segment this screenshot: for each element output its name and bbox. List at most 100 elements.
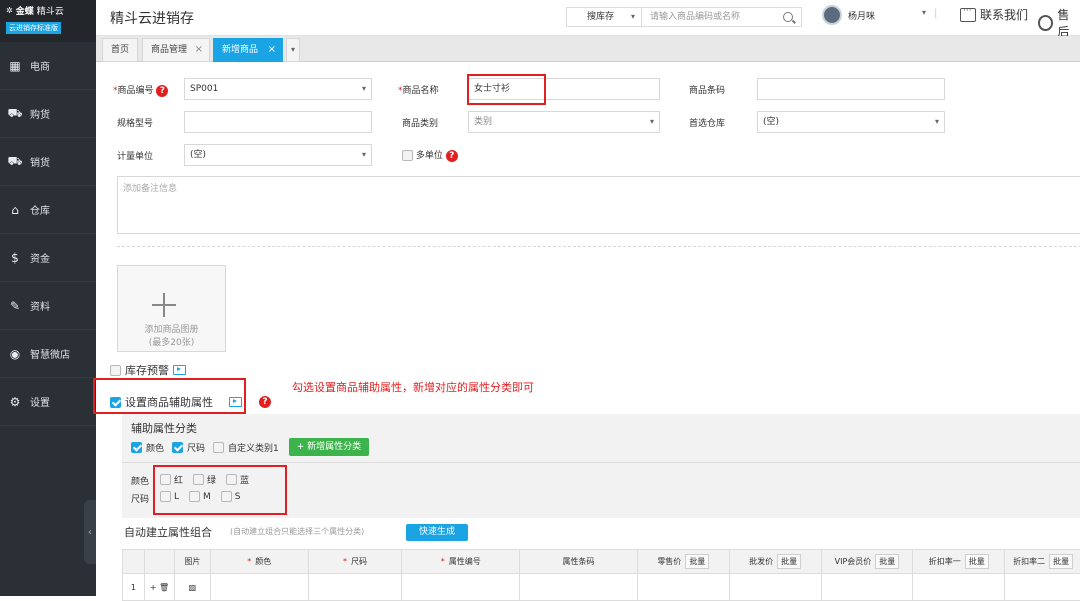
highlight-box (93, 378, 246, 414)
search-scope-label: 搜库存 (587, 12, 615, 22)
col-discount-2: 折扣率二 批量 (1005, 550, 1080, 573)
chat-icon (960, 6, 976, 22)
after-sales-label: 售后 (1057, 8, 1070, 39)
size-cell[interactable] (309, 574, 403, 600)
user-menu-chevron-icon[interactable]: ▾ (922, 8, 926, 17)
spec-field[interactable] (184, 111, 372, 133)
combo-hint: (自动建立组合只能选择三个属性分类) (230, 527, 365, 536)
col-size: * 尺码 (309, 550, 403, 573)
tab-bar: 首页 商品管理 × 新增商品 × ▾ (96, 36, 1080, 62)
sidebar-item-settings[interactable]: ⚙ 设置 (0, 378, 96, 426)
sidebar-collapse-handle[interactable]: ‹ (84, 500, 96, 564)
stock-alert-option[interactable]: 库存预警 (110, 362, 186, 378)
attr-barcode-cell[interactable] (520, 574, 638, 600)
wholesale-price-cell[interactable] (730, 574, 822, 600)
chevron-down-icon: ▾ (934, 117, 939, 126)
app-title: 精斗云进销存 (110, 11, 194, 27)
sales-cart-icon: ⛟ (7, 153, 23, 168)
code-label: *商品编号 ? (113, 83, 169, 97)
barcode-field[interactable] (757, 78, 945, 100)
sidebar-item-funds[interactable]: $ 资金 (0, 234, 96, 282)
search-icon[interactable] (783, 12, 793, 22)
row-actions[interactable]: + 🗑 (145, 574, 175, 600)
help-icon[interactable]: ? (445, 149, 458, 162)
memo-textarea[interactable]: 添加备注信息 (117, 176, 1080, 234)
discount-2-cell[interactable] (1005, 574, 1080, 600)
help-icon[interactable]: ? (259, 396, 271, 408)
add-image-label: 添加商品图册 (144, 325, 199, 335)
sidebar-item-sales[interactable]: ⛟ 销货 (0, 138, 96, 186)
sidebar: ✲ 金蝶 精斗云 云进销存标准版 ▦ 电商 ⛟ 购货 ⛟ 销货 ⌂ 仓库 $ 资金 ✎ 资料 ◉… (0, 0, 96, 596)
tab-home[interactable]: 首页 (102, 38, 138, 62)
batch-button[interactable]: 批量 (875, 554, 900, 569)
sidebar-item-data[interactable]: ✎ 资料 (0, 282, 96, 330)
tab-product-management[interactable]: 商品管理 × (142, 38, 210, 62)
barcode-label: 商品条码 (689, 86, 726, 96)
color-cell[interactable] (211, 574, 309, 600)
code-value: SP001 (190, 84, 219, 94)
unit-label: 计量单位 (117, 152, 154, 162)
kingdee-logo-icon: ✲ (6, 6, 13, 15)
help-icon[interactable]: ? (156, 84, 169, 97)
category-select[interactable]: 类别 ▾ (468, 111, 660, 133)
retail-price-cell[interactable] (638, 574, 730, 600)
sidebar-item-label: 销货 (30, 158, 50, 169)
color-category-checkbox[interactable] (131, 441, 142, 453)
warehouse-select[interactable]: (空) ▾ (757, 111, 945, 133)
gear-icon: ⚙ (9, 394, 21, 409)
money-icon: $ (11, 250, 19, 265)
vip-price-cell[interactable] (822, 574, 914, 600)
batch-button[interactable]: 批量 (964, 554, 989, 569)
attr-category-row: 颜色 尺码 自定义类别1 + 新增属性分类 (131, 438, 370, 456)
contact-us-link[interactable]: 联系我们 (960, 6, 1028, 23)
shop-icon: ◉ (9, 346, 21, 361)
search-input[interactable]: 请输入商品编码或名称 (642, 7, 802, 27)
col-index (123, 550, 145, 573)
quick-generate-button[interactable]: 快速生成 (406, 524, 468, 541)
sidebar-item-purchase[interactable]: ⛟ 购货 (0, 90, 96, 138)
batch-button[interactable]: 批量 (685, 554, 710, 569)
support-icon (1038, 15, 1054, 31)
avatar[interactable] (822, 5, 842, 25)
store-icon: ▦ (9, 58, 21, 73)
batch-button[interactable]: 批量 (777, 554, 802, 569)
col-attr-barcode: 属性条码 (520, 550, 638, 573)
close-icon[interactable]: × (195, 39, 203, 61)
multi-unit-option[interactable]: 多单位 ? (402, 148, 458, 162)
sidebar-item-label: 智慧微店 (30, 350, 70, 361)
size-category-checkbox[interactable] (172, 441, 184, 453)
chevron-down-icon: ▾ (630, 12, 635, 21)
col-color: * 颜色 (211, 550, 309, 573)
search-scope-select[interactable]: 搜库存 ▾ (566, 7, 642, 27)
video-icon[interactable] (173, 365, 186, 375)
code-field[interactable]: SP001 ▾ (184, 78, 372, 100)
search-placeholder: 请输入商品编码或名称 (650, 12, 741, 22)
image-placeholder-icon[interactable]: ▨ (175, 574, 211, 600)
add-image-button[interactable]: 添加商品图册 (最多20张) (117, 265, 226, 352)
chevron-down-icon: ▾ (361, 84, 366, 93)
annotation-text: 勾选设置商品辅助属性，新增对应的属性分类即可 (292, 381, 534, 394)
close-icon[interactable]: × (268, 39, 276, 61)
tab-more-chevron-icon[interactable]: ▾ (286, 38, 300, 62)
sidebar-item-ecommerce[interactable]: ▦ 电商 (0, 42, 96, 90)
multi-unit-checkbox[interactable] (402, 150, 413, 161)
color-values-label: 颜色 (131, 477, 150, 487)
category-label: 商品类别 (402, 119, 439, 129)
after-sales-link[interactable]: 售后 (1038, 6, 1080, 40)
attr-code-cell[interactable] (402, 574, 521, 600)
custom-category-checkbox[interactable] (213, 441, 225, 453)
tab-new-product[interactable]: 新增商品 × (213, 38, 283, 62)
unit-select[interactable]: (空) ▾ (184, 144, 372, 166)
add-attr-category-button[interactable]: + 新增属性分类 (288, 438, 370, 456)
highlight-box (467, 74, 546, 105)
sidebar-item-microshop[interactable]: ◉ 智慧微店 (0, 330, 96, 378)
name-label: *商品名称 (398, 86, 439, 96)
table-header: 图片 * 颜色 * 尺码 * 属性编号 属性条码 零售价 批量 批发价 批量 VIP会员价… (123, 550, 1080, 574)
discount-1-cell[interactable] (913, 574, 1006, 600)
sidebar-item-label: 仓库 (30, 206, 50, 217)
stock-alert-checkbox[interactable] (110, 364, 121, 376)
brand-name: 金蝶 (15, 7, 34, 17)
batch-button[interactable]: 批量 (1049, 554, 1074, 569)
username[interactable]: 杨月咪 (848, 9, 875, 22)
sidebar-item-warehouse[interactable]: ⌂ 仓库 (0, 186, 96, 234)
